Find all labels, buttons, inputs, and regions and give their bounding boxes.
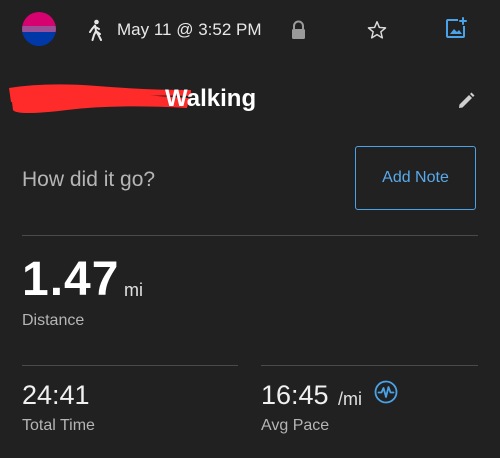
star-icon[interactable]	[366, 19, 388, 41]
distance-value: 1.47	[22, 253, 120, 306]
avg-pace-label: Avg Pace	[261, 417, 330, 434]
total-time-label: Total Time	[22, 417, 95, 434]
avg-pace-unit: /mi	[338, 389, 362, 409]
avg-pace-value: 16:45	[261, 380, 329, 410]
pace-chart-icon[interactable]	[374, 380, 398, 404]
total-time-value: 24:41	[22, 380, 90, 410]
note-prompt: How did it go?	[22, 168, 156, 191]
divider	[22, 235, 478, 236]
walking-icon	[89, 19, 102, 41]
lock-icon[interactable]	[290, 20, 307, 40]
add-note-button[interactable]: Add Note	[355, 146, 476, 210]
activity-title[interactable]: Walking	[165, 85, 256, 113]
distance-unit: mi	[124, 280, 143, 300]
activity-date: May 11 @ 3:52 PM	[117, 20, 262, 39]
edit-icon[interactable]	[456, 91, 476, 111]
avatar[interactable]	[22, 12, 56, 46]
divider	[22, 365, 238, 366]
divider	[261, 365, 478, 366]
activity-title-row: Walking	[5, 80, 435, 120]
distance-label: Distance	[22, 312, 85, 329]
add-photo-icon[interactable]	[444, 16, 468, 40]
top-bar: May 11 @ 3:52 PM	[0, 0, 500, 60]
